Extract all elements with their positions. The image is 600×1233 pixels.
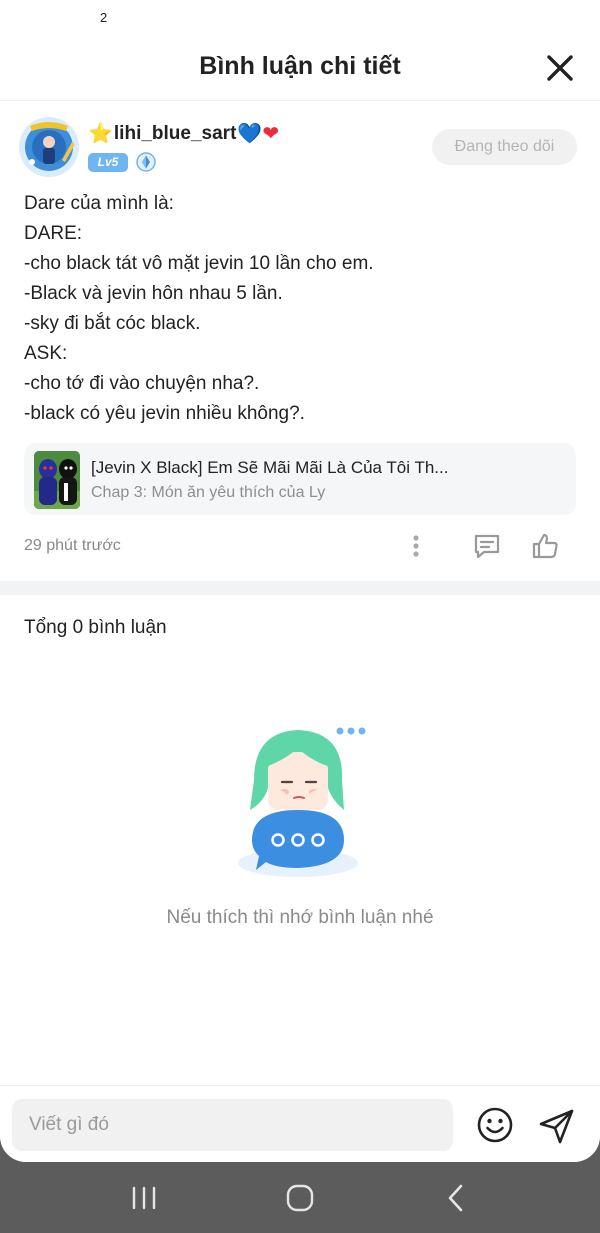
- comment-line: ASK:: [24, 343, 68, 364]
- recent-apps-icon: [132, 1186, 156, 1210]
- emoji-button[interactable]: [476, 1106, 514, 1144]
- empty-state-message: Nếu thích thì nhớ bình luận nhé: [166, 907, 434, 928]
- blue-heart-emoji: 💙: [237, 123, 263, 145]
- status-bar-indicator: 2: [100, 10, 108, 25]
- total-replies-label: Tổng 0 bình luận: [24, 617, 167, 638]
- header: Bình luận chi tiết: [0, 36, 600, 101]
- comment-line: DARE:: [24, 223, 83, 244]
- section-divider: [0, 581, 600, 595]
- back-chevron-icon: [448, 1184, 463, 1212]
- diamond-badge-icon: [136, 152, 156, 172]
- username-text: lihi_blue_sart: [113, 122, 237, 144]
- comment-input-bar: [0, 1085, 600, 1162]
- home-button[interactable]: [280, 1182, 320, 1214]
- mascot-chat-icon: [238, 727, 366, 877]
- reply-button[interactable]: [472, 531, 502, 561]
- writer-avatar-icon: [19, 117, 79, 177]
- comment-line: -black có yêu jevin nhiều không?.: [24, 403, 305, 424]
- system-nav-bar: [0, 1162, 600, 1233]
- smiley-icon: [477, 1107, 513, 1143]
- comment-author-name[interactable]: ⭐ lihi_blue_sart 💙 ❤: [88, 121, 279, 146]
- comment-body: Dare của mình là: DARE: -cho black tát v…: [24, 189, 584, 429]
- comment-line: -Black và jevin hôn nhau 5 lần.: [24, 283, 283, 304]
- follow-button[interactable]: Đang theo dõi: [432, 129, 577, 165]
- story-chapter: Chap 3: Món ăn yêu thích của Ly: [91, 484, 326, 501]
- comment-bubble-icon: [474, 534, 500, 559]
- comment-detail-sheet: 2 Bình luận chi tiết ⭐ lihi_blue_sart 💙 …: [0, 0, 600, 1162]
- comment-line: Dare của mình là:: [24, 193, 174, 214]
- avatar[interactable]: [18, 116, 80, 178]
- page-title: Bình luận chi tiết: [199, 52, 401, 80]
- back-button[interactable]: [436, 1182, 476, 1214]
- close-icon: [547, 55, 573, 81]
- thumbs-up-icon: [532, 533, 558, 559]
- story-cover-image: [34, 451, 80, 509]
- comment-line: -sky đi bắt cóc black.: [24, 313, 201, 334]
- comment-line: -cho tớ đi vào chuyện nha?.: [24, 373, 260, 394]
- more-vertical-icon: [413, 535, 419, 557]
- red-heart-emoji: ❤: [262, 123, 280, 145]
- empty-state-illustration: [232, 718, 372, 888]
- comment-line: -cho black tát vô mặt jevin 10 lần cho e…: [24, 253, 374, 274]
- more-options-button[interactable]: [404, 532, 428, 560]
- home-icon: [286, 1184, 314, 1212]
- comment-input[interactable]: [12, 1099, 453, 1151]
- story-title: [Jevin X Black] Em Sẽ Mãi Mãi Là Của Tôi…: [91, 458, 449, 477]
- star-emoji: ⭐: [88, 123, 113, 145]
- send-button[interactable]: [537, 1106, 577, 1146]
- recent-apps-button[interactable]: [124, 1182, 164, 1214]
- send-icon: [539, 1109, 574, 1144]
- close-button[interactable]: [544, 52, 576, 84]
- comment-timestamp: 29 phút trước: [24, 537, 121, 554]
- story-card[interactable]: [Jevin X Black] Em Sẽ Mãi Mãi Là Của Tôi…: [24, 443, 576, 515]
- level-badge: Lv5: [88, 153, 128, 172]
- like-button[interactable]: [530, 531, 560, 561]
